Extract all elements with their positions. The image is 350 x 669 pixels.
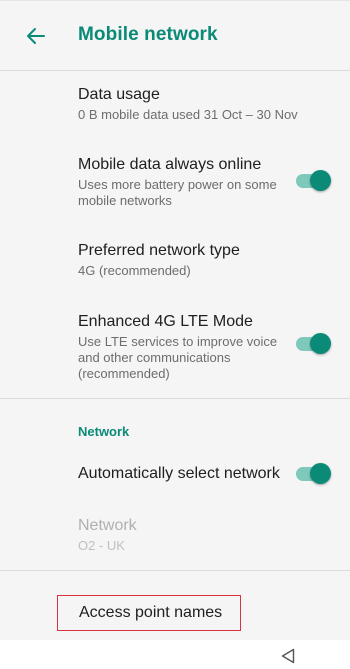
automatically-select-network-toggle[interactable]	[296, 462, 331, 486]
setting-title: Data usage	[78, 86, 160, 103]
setting-automatically-select-network[interactable]: Automatically select network	[78, 464, 318, 484]
mobile-data-always-online-toggle[interactable]	[296, 169, 331, 193]
access-point-names-item[interactable]: Access point names	[57, 595, 241, 631]
arrow-left-icon[interactable]	[22, 22, 50, 50]
setting-data-usage[interactable]: Data usage 0 B mobile data used 31 Oct –…	[78, 85, 318, 123]
setting-summary: 4G (recommended)	[78, 263, 191, 278]
system-navigation-bar	[0, 640, 350, 669]
page-title: Mobile network	[78, 24, 218, 45]
app-bar: Mobile network	[0, 0, 350, 70]
setting-summary: Use LTE services to improve voice and ot…	[78, 334, 278, 381]
toggle-thumb	[310, 170, 331, 191]
divider	[0, 398, 350, 399]
divider	[0, 570, 350, 571]
mobile-network-screen: Mobile network Data usage 0 B mobile dat…	[0, 0, 350, 669]
access-point-names-label: Access point names	[79, 604, 223, 621]
divider	[0, 70, 350, 71]
setting-preferred-network-type[interactable]: Preferred network type 4G (recommended)	[78, 241, 318, 279]
setting-title: Automatically select network	[78, 465, 280, 482]
triangle-back-icon[interactable]	[281, 648, 295, 664]
toggle-thumb	[310, 333, 331, 354]
setting-title: Network	[78, 517, 137, 534]
setting-enhanced-4g-lte-mode[interactable]: Enhanced 4G LTE Mode Use LTE services to…	[78, 312, 318, 382]
setting-summary: 0 B mobile data used 31 Oct – 30 Nov	[78, 107, 298, 122]
setting-title: Enhanced 4G LTE Mode	[78, 313, 253, 330]
setting-summary: Uses more battery power on some mobile n…	[78, 177, 277, 208]
setting-summary: O2 - UK	[78, 538, 125, 553]
toggle-thumb	[310, 463, 331, 484]
section-header-network: Network	[78, 424, 130, 439]
setting-mobile-data-always-online[interactable]: Mobile data always online Uses more batt…	[78, 155, 318, 209]
setting-title: Preferred network type	[78, 242, 240, 259]
setting-title: Mobile data always online	[78, 156, 262, 173]
setting-network: Network O2 - UK	[78, 516, 318, 554]
enhanced-4g-lte-toggle[interactable]	[296, 332, 331, 356]
